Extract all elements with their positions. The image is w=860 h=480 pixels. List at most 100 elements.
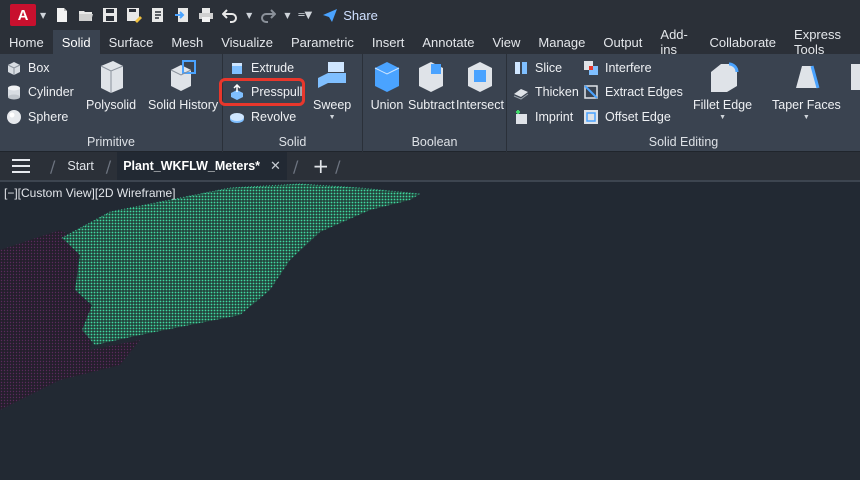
slice-label: Slice — [535, 61, 563, 75]
thicken-icon — [513, 89, 529, 100]
solid-history-icon — [170, 60, 197, 91]
document-tab-bar: / Start / Plant_WKFLW_Meters* ✕ / + / — [0, 152, 860, 180]
share-label: Share — [343, 7, 378, 23]
hamburger-menu-icon[interactable] — [12, 159, 30, 173]
sweep-label: Sweep — [313, 98, 352, 112]
imprint-button[interactable]: Imprint — [513, 106, 573, 128]
fillet-edge-button[interactable]: Fillet Edge ▼ — [693, 58, 752, 121]
tab-start[interactable]: Start — [61, 152, 99, 180]
revolve-icon — [230, 113, 244, 123]
interfere-icon — [584, 61, 598, 75]
app-menu-chevron-down-icon[interactable]: ▼ — [40, 11, 46, 20]
redo-chevron-down-icon[interactable]: ▼ — [284, 11, 290, 20]
panel-solid-editing: Slice Thicken Imprint Interfere Extract … — [507, 54, 860, 152]
taper-faces-label: Taper Faces — [772, 98, 841, 112]
solid-history-button[interactable]: Solid History — [148, 58, 218, 112]
tab-manage[interactable]: Manage — [529, 30, 594, 54]
offset-edge-button[interactable]: Offset Edge — [583, 106, 671, 128]
redo-icon[interactable] — [260, 7, 277, 23]
sweep-chevron-down-icon[interactable]: ▼ — [329, 114, 336, 121]
tab-home[interactable]: Home — [0, 30, 53, 54]
imprint-icon — [516, 110, 527, 124]
cylinder-icon — [8, 85, 20, 100]
offset-edge-icon — [584, 110, 598, 124]
union-label: Union — [370, 98, 404, 112]
panel-title-boolean: Boolean — [411, 135, 458, 149]
import-icon[interactable] — [174, 7, 190, 23]
sphere-icon — [7, 110, 21, 124]
intersect-button[interactable]: Intersect — [456, 58, 504, 112]
subtract-icon — [419, 62, 444, 92]
ribbon-panel-area: Box Cylinder Sphere Polysolid Solid Hist… — [0, 54, 860, 152]
extract-edges-icon — [584, 85, 598, 99]
save-as-icon[interactable] — [126, 7, 143, 23]
tab-output[interactable]: Output — [594, 30, 651, 54]
fillet-edge-chevron-down-icon[interactable]: ▼ — [719, 114, 726, 121]
panel-title-solid-editing: Solid Editing — [648, 135, 719, 149]
application-menu-button[interactable]: A — [10, 4, 36, 26]
tab-view[interactable]: View — [483, 30, 529, 54]
slice-button[interactable]: Slice — [513, 57, 562, 79]
union-icon — [374, 62, 400, 92]
thicken-label: Thicken — [535, 85, 579, 99]
tab-add-ins[interactable]: Add-ins — [651, 27, 700, 57]
extract-edges-button[interactable]: Extract Edges — [583, 81, 683, 103]
extrude-button[interactable]: Extrude — [229, 57, 294, 79]
tab-divider: / — [105, 156, 112, 176]
cylinder-button[interactable]: Cylinder — [6, 81, 74, 103]
extrude-icon — [232, 63, 242, 74]
polysolid-button[interactable]: Polysolid — [86, 58, 136, 112]
panel-title-solid: Solid — [278, 135, 307, 149]
sweep-button[interactable]: Sweep ▼ — [313, 58, 351, 121]
save-icon[interactable] — [102, 7, 118, 23]
open-folder-icon[interactable] — [78, 7, 94, 23]
tab-mesh[interactable]: Mesh — [162, 30, 212, 54]
panel-primitive: Box Cylinder Sphere Polysolid Solid Hist… — [0, 54, 223, 152]
undo-chevron-down-icon[interactable]: ▼ — [246, 11, 252, 20]
tab-surface[interactable]: Surface — [100, 30, 163, 54]
subtract-label: Subtract — [408, 98, 455, 112]
interfere-button[interactable]: Interfere — [583, 57, 652, 79]
close-tab-icon[interactable]: ✕ — [270, 158, 281, 174]
tab-annotate[interactable]: Annotate — [413, 30, 483, 54]
active-file-label: Plant_WKFLW_Meters* — [123, 159, 261, 173]
tab-plant-file[interactable]: Plant_WKFLW_Meters* ✕ — [117, 152, 287, 180]
box-button[interactable]: Box — [6, 57, 50, 79]
plot-icon[interactable] — [198, 7, 214, 23]
tab-divider: / — [292, 156, 299, 176]
share-button[interactable]: Share — [322, 7, 378, 23]
point-cloud-green-region — [62, 184, 420, 345]
revolve-label: Revolve — [251, 110, 297, 124]
tab-express-tools[interactable]: Express Tools — [785, 27, 860, 57]
tab-insert[interactable]: Insert — [363, 30, 414, 54]
taper-faces-button[interactable]: Taper Faces ▼ — [772, 58, 841, 121]
imprint-label: Imprint — [535, 110, 574, 124]
revolve-button[interactable]: Revolve — [229, 106, 296, 128]
publish-icon[interactable] — [150, 7, 166, 23]
offset-edge-label: Offset Edge — [605, 110, 671, 124]
extract-edges-label: Extract Edges — [605, 85, 683, 99]
drawing-viewport[interactable]: [−][Custom View][2D Wireframe] — [0, 180, 860, 480]
point-cloud-canvas[interactable] — [0, 180, 860, 480]
polysolid-icon — [100, 61, 124, 93]
taper-faces-chevron-down-icon[interactable]: ▼ — [803, 114, 810, 121]
tab-parametric[interactable]: Parametric — [282, 30, 363, 54]
tab-collaborate[interactable]: Collaborate — [701, 30, 786, 54]
thicken-button[interactable]: Thicken — [513, 81, 579, 103]
cylinder-label: Cylinder — [28, 85, 74, 99]
viewport-controls-label[interactable]: [−][Custom View][2D Wireframe] — [4, 186, 176, 200]
new-tab-plus-icon[interactable]: + — [312, 154, 329, 178]
polysolid-label: Polysolid — [86, 98, 137, 112]
union-button[interactable]: Union — [369, 58, 405, 112]
tab-solid[interactable]: Solid — [52, 30, 100, 54]
sphere-button[interactable]: Sphere — [6, 106, 68, 128]
new-file-icon[interactable] — [54, 7, 70, 23]
undo-icon[interactable] — [222, 7, 238, 23]
separate-button-partial[interactable]: S — [847, 58, 860, 112]
fillet-edge-label: Fillet Edge — [693, 98, 753, 112]
customize-toolbar-icon[interactable]: ═▼ — [298, 10, 312, 21]
subtract-button[interactable]: Subtract — [408, 58, 455, 112]
sphere-label: Sphere — [28, 110, 69, 124]
tab-visualize[interactable]: Visualize — [212, 30, 282, 54]
sweep-icon — [318, 62, 347, 88]
